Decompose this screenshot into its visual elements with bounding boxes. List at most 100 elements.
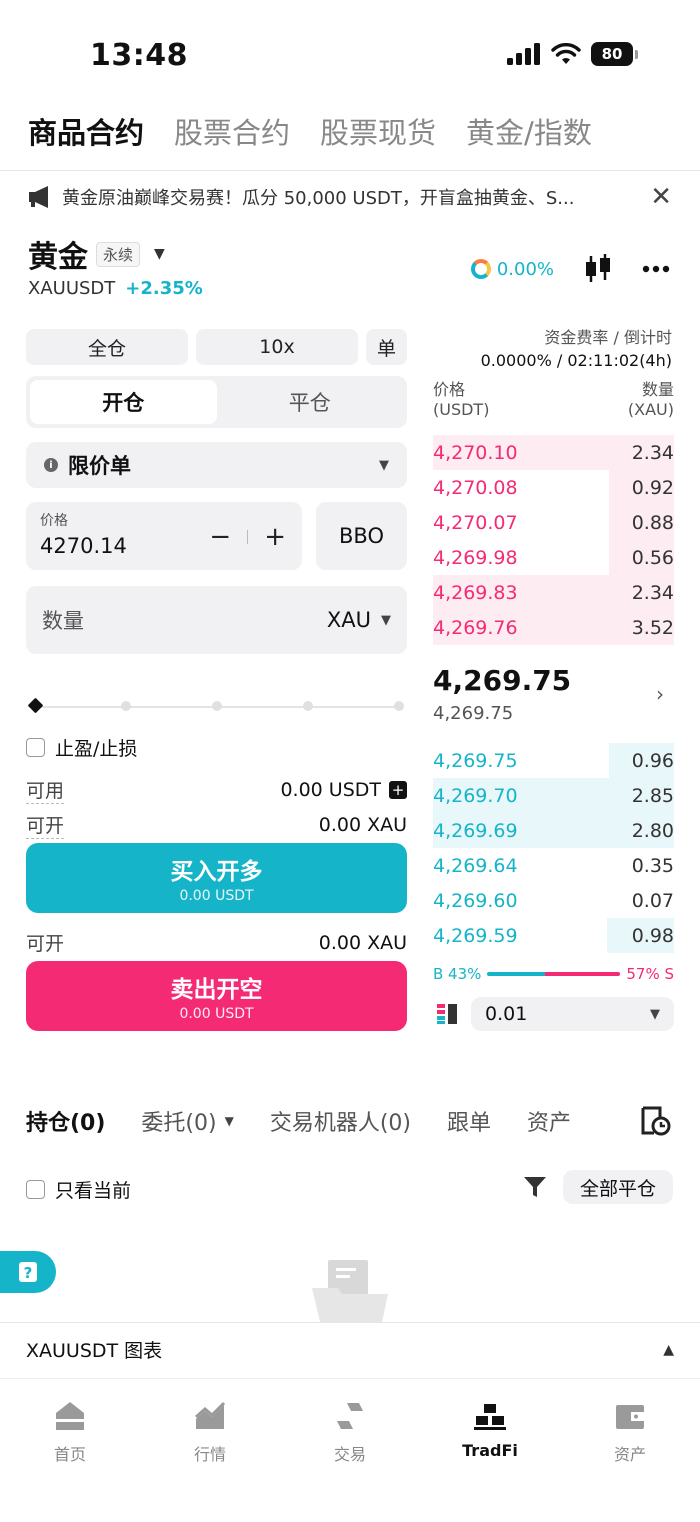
leverage-button[interactable]: 10x <box>196 329 358 365</box>
home-icon <box>56 1402 84 1430</box>
sell-ratio-label: 57% S <box>626 965 674 983</box>
ask-row[interactable]: 4,270.07 0.88 <box>433 505 674 540</box>
ask-row[interactable]: 4,269.76 3.52 <box>433 610 674 645</box>
ask-row[interactable]: 4,270.08 0.92 <box>433 470 674 505</box>
bid-row[interactable]: 4,269.59 0.98 <box>433 918 674 953</box>
ask-row[interactable]: 4,269.98 0.56 <box>433 540 674 575</box>
bid-price: 4,269.60 <box>433 889 518 912</box>
close-icon[interactable]: ✕ <box>650 182 672 212</box>
notice-banner[interactable]: 黄金原油巅峰交易赛！瓜分 50,000 USDT，开盲盒抽黄金、S... ✕ <box>28 182 672 212</box>
tab-gold-index[interactable]: 黄金/指数 <box>466 110 592 152</box>
info-icon: i <box>44 458 58 472</box>
position-mode-button[interactable]: 单 <box>366 329 407 365</box>
wallet-icon <box>616 1405 644 1429</box>
tab-trading-bots[interactable]: 交易机器人(0) <box>270 1105 411 1137</box>
more-icon[interactable] <box>642 265 670 273</box>
price-field[interactable]: 价格 4270.14 − + <box>26 502 302 570</box>
caret-down-icon: ▼ <box>154 246 165 262</box>
nav-home[interactable]: 首页 <box>20 1399 120 1465</box>
quantity-unit[interactable]: XAU <box>327 608 371 632</box>
bid-row[interactable]: 4,269.75 0.96 <box>433 743 674 778</box>
nav-tradfi-label: TradFi <box>462 1441 518 1460</box>
sell-short-title: 卖出开空 <box>170 977 263 1003</box>
only-current-checkbox[interactable] <box>26 1180 45 1199</box>
only-current-filter[interactable]: 只看当前 <box>26 1176 131 1203</box>
slider-stop-75[interactable] <box>303 701 313 711</box>
slider-stop-25[interactable] <box>121 701 131 711</box>
symbol-subtitle: XAUUSDT +2.35% <box>28 278 203 299</box>
bid-quantity: 2.85 <box>631 784 674 807</box>
chart-toggle[interactable]: XAUUSDT 图表 ▲ <box>26 1336 674 1363</box>
tab-stock-futures[interactable]: 股票合约 <box>174 110 290 152</box>
sell-short-button[interactable]: 卖出开空 0.00 USDT <box>26 961 407 1031</box>
nav-trade[interactable]: 交易 <box>300 1399 400 1465</box>
help-button[interactable]: ? <box>0 1251 56 1293</box>
slider-stop-100[interactable] <box>394 701 404 711</box>
margin-mode-button[interactable]: 全仓 <box>26 329 188 365</box>
available-label: 可用 <box>26 776 65 804</box>
funding-rate-info[interactable]: 资金费率 / 倒计时 0.0000% / 02:11:02(4h) <box>481 326 672 372</box>
minus-button[interactable]: − <box>209 522 231 552</box>
tab-orders[interactable]: 委托(0) ▼ <box>141 1105 233 1137</box>
candlestick-chart-icon[interactable] <box>584 254 612 284</box>
filter-icon[interactable] <box>523 1175 547 1199</box>
nav-markets[interactable]: 行情 <box>160 1399 260 1465</box>
trade-icon <box>337 1403 363 1429</box>
tab-positions[interactable]: 持仓(0) <box>26 1105 105 1137</box>
tpsl-toggle[interactable]: 止盈/止损 <box>26 734 137 761</box>
nav-tradfi[interactable]: TradFi <box>440 1399 540 1460</box>
nav-assets[interactable]: 资产 <box>580 1399 680 1465</box>
bbo-button[interactable]: BBO <box>316 502 407 570</box>
bid-row[interactable]: 4,269.70 2.85 <box>433 778 674 813</box>
open-close-segment: 开仓 平仓 <box>26 376 407 428</box>
ask-row[interactable]: 4,270.10 2.34 <box>433 435 674 470</box>
symbol-selector[interactable]: 黄金 永续 ▼ <box>28 232 165 276</box>
max-long-value: 0.00 XAU <box>318 814 407 836</box>
quantity-field[interactable]: 数量 XAU ▼ <box>26 586 407 654</box>
battery-indicator: 80 <box>591 42 633 66</box>
tab-assets[interactable]: 资产 <box>527 1105 571 1137</box>
bid-quantity: 0.98 <box>631 924 674 947</box>
order-type-select[interactable]: i 限价单 ▼ <box>26 442 407 488</box>
slider-stop-50[interactable] <box>212 701 222 711</box>
ask-row[interactable]: 4,269.83 2.34 <box>433 575 674 610</box>
tpsl-checkbox[interactable] <box>26 738 45 757</box>
bid-price: 4,269.75 <box>433 749 518 772</box>
ask-price: 4,269.98 <box>433 546 518 569</box>
tab-copy-trading[interactable]: 跟单 <box>447 1105 491 1137</box>
bid-quantity: 0.35 <box>631 854 674 877</box>
nav-trade-label: 交易 <box>333 1445 366 1464</box>
sell-short-amount: 0.00 USDT <box>179 1006 254 1022</box>
slider-handle[interactable] <box>27 697 44 714</box>
qty-header-unit: (XAU) <box>627 400 674 419</box>
signal-icon <box>507 43 540 65</box>
price-stepper: − + <box>209 522 286 552</box>
bid-row[interactable]: 4,269.64 0.35 <box>433 848 674 883</box>
max-long-row: 可开 0.00 XAU <box>26 811 407 839</box>
battery-tip <box>635 49 638 59</box>
tab-close[interactable]: 平仓 <box>217 380 404 424</box>
plus-button[interactable]: + <box>264 522 286 552</box>
tab-commodity-futures[interactable]: 商品合约 <box>28 110 144 152</box>
depth-precision-select[interactable]: 0.01 ▼ <box>471 997 674 1031</box>
funding-gauge[interactable]: 0.00% <box>470 259 554 280</box>
notice-text: 黄金原油巅峰交易赛！瓜分 50,000 USDT，开盲盒抽黄金、S... <box>62 188 575 209</box>
bid-row[interactable]: 4,269.69 2.80 <box>433 813 674 848</box>
history-icon[interactable] <box>640 1106 672 1136</box>
transfer-plus-icon[interactable]: + <box>389 781 407 799</box>
bid-quantity: 0.96 <box>631 749 674 772</box>
tab-open[interactable]: 开仓 <box>30 380 217 424</box>
ask-price: 4,270.07 <box>433 511 518 534</box>
buy-long-button[interactable]: 买入开多 0.00 USDT <box>26 843 407 913</box>
max-long-label: 可开 <box>26 811 65 839</box>
orderbook-layout-icon[interactable] <box>437 1004 457 1024</box>
quantity-slider[interactable] <box>27 697 404 714</box>
bid-row[interactable]: 4,269.60 0.07 <box>433 883 674 918</box>
buy-sell-ratio: B 43% 57% S <box>433 965 674 983</box>
close-all-button[interactable]: 全部平仓 <box>563 1170 673 1204</box>
status-time: 13:48 <box>90 38 188 73</box>
chevron-right-icon[interactable]: › <box>656 682 664 706</box>
funding-rate-value: 0.0000% / 02:11:02(4h) <box>480 351 672 370</box>
tab-stock-spot[interactable]: 股票现货 <box>320 110 436 152</box>
header-actions: 0.00% <box>470 254 670 284</box>
